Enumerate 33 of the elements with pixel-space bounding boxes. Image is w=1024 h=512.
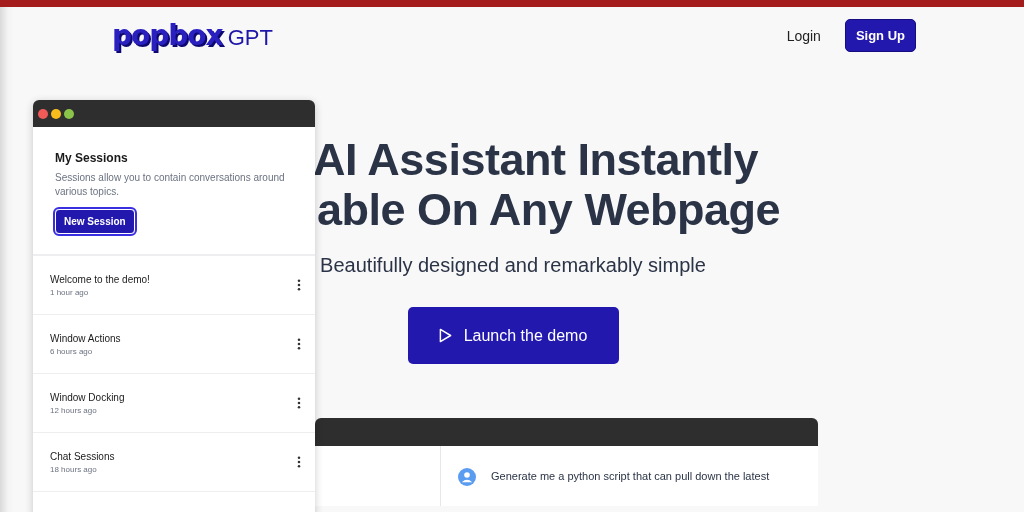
session-time: 6 hours ago xyxy=(50,346,94,356)
session-item[interactable]: Window Docking 12 hours ago xyxy=(33,374,315,433)
sessions-title: My Sessions xyxy=(55,151,129,165)
headline-line: AI Assistant Instantly xyxy=(313,135,759,185)
new-session-button[interactable]: New Session xyxy=(55,209,135,234)
session-item[interactable]: Welcome to the demo! 1 hour ago xyxy=(33,256,315,315)
session-item[interactable]: Window Actions 6 hours ago xyxy=(33,315,315,374)
more-options-icon[interactable] xyxy=(297,397,301,409)
session-name: Window Actions xyxy=(50,332,121,344)
session-name: Window Docking xyxy=(50,391,125,403)
session-time: 18 hours ago xyxy=(50,464,98,474)
more-options-icon[interactable] xyxy=(297,456,301,468)
headline-line: able On Any Webpage xyxy=(316,185,782,235)
maximize-dot[interactable] xyxy=(64,108,74,119)
session-time: 12 hours ago xyxy=(50,405,98,415)
more-options-icon[interactable] xyxy=(297,338,301,350)
login-link[interactable]: Login xyxy=(786,27,821,44)
hero-subtitle: Beautifully designed and remarkably simple xyxy=(319,254,707,277)
close-dot[interactable] xyxy=(38,108,48,119)
message-text: Generate me a python script that can pull down the latest xyxy=(491,469,770,483)
minimize-dot[interactable] xyxy=(51,108,61,119)
launch-demo-button[interactable]: Launch the demo xyxy=(407,307,619,364)
user-avatar-icon xyxy=(458,468,476,486)
logo-suffix: GPT xyxy=(227,25,273,51)
sessions-description: Sessions allow you to contain conversations around various topics. xyxy=(55,171,286,199)
session-name: Chat Sessions xyxy=(50,450,115,462)
session-time: 1 hour ago xyxy=(50,287,90,297)
logo-wordmark[interactable]: popbox xyxy=(112,19,223,52)
play-icon xyxy=(438,328,452,343)
signup-button[interactable]: Sign Up xyxy=(844,19,916,52)
more-options-icon[interactable] xyxy=(297,279,301,291)
session-item[interactable]: Chat Sessions 18 hours ago xyxy=(33,433,315,492)
session-name: Welcome to the demo! xyxy=(50,273,150,285)
